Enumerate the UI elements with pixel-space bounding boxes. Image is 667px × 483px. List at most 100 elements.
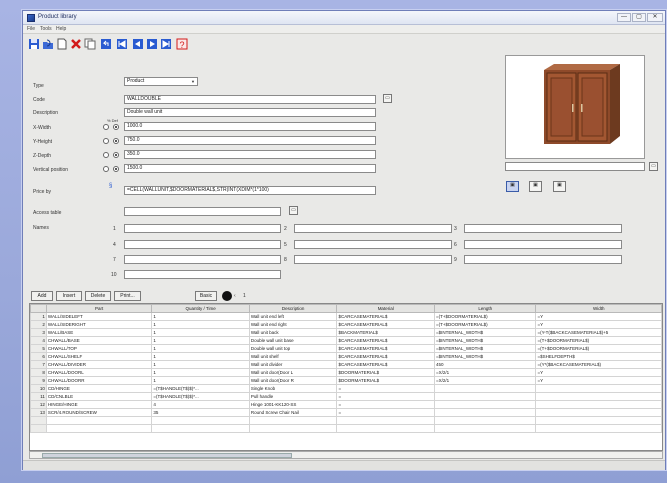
menu-help[interactable]: Help (56, 26, 66, 32)
grid-cell[interactable]: 1 (151, 336, 250, 345)
grid-cell[interactable]: =(Y-T($BACKCASEMATERIAL$)+5 (535, 328, 662, 337)
name-field-1[interactable] (124, 224, 281, 233)
table-row[interactable]: 3 WALL/BASE 1 Wall unit back $BACKMATERIAL$ =… (30, 328, 662, 337)
description-field[interactable]: Double wall unit (124, 108, 376, 117)
x-width-default-radio[interactable] (113, 124, 119, 130)
grid-cell[interactable]: 1 (151, 368, 250, 377)
table-row[interactable]: 1 WALL/SIDELEFT 1 Wall unit end left $CARCAS… (30, 312, 662, 321)
grid-cell[interactable]: 1 (151, 352, 250, 361)
view-front-icon[interactable]: ▣ (506, 181, 519, 192)
grid-cell[interactable]: =X/2/1 (433, 376, 537, 385)
access-table-lookup-icon[interactable]: ▭ (289, 206, 298, 215)
z-depth-field[interactable]: 350.0 (124, 150, 376, 159)
grid-cell[interactable] (535, 400, 662, 409)
save-icon[interactable] (27, 36, 41, 52)
table-row[interactable] (30, 424, 662, 433)
name-field-2[interactable] (294, 224, 452, 233)
next-record-icon[interactable] (145, 36, 159, 52)
name-field-3[interactable] (464, 224, 622, 233)
grid-cell[interactable] (433, 384, 537, 393)
y-height-default-radio[interactable] (113, 138, 119, 144)
grid-cell[interactable]: Wall unit back (248, 328, 338, 337)
horizontal-scrollbar[interactable] (29, 451, 663, 459)
grid-cell[interactable]: Single Knob (248, 384, 338, 393)
grid-cell[interactable] (248, 416, 338, 425)
undo-icon[interactable] (99, 36, 113, 52)
insert-button[interactable]: Insert (56, 291, 82, 301)
grid-cell[interactable]: $CARCASEMATERIAL$ (336, 320, 435, 329)
grid-cell[interactable]: = (336, 400, 435, 409)
name-field-5[interactable] (294, 240, 452, 249)
y-height-field[interactable]: 750.0 (124, 136, 376, 145)
grid-cell[interactable] (248, 424, 338, 433)
grid-cell[interactable]: 1 (151, 344, 250, 353)
grid-cell[interactable] (433, 424, 537, 433)
grid-cell[interactable]: $CARCASEMATERIAL$ (336, 352, 435, 361)
grid-cell[interactable]: 450 (433, 360, 537, 369)
table-row[interactable]: 8 CHWALL/DOORL 1 Wall unit door(Door L $DOOR… (30, 368, 662, 377)
grid-cell[interactable]: Wall unit end right (248, 320, 338, 329)
x-width-percent-radio[interactable] (103, 124, 109, 130)
open-icon[interactable] (41, 36, 55, 52)
grid-cell[interactable] (535, 416, 662, 425)
grid-cell[interactable]: CD/CNLBLE (45, 392, 153, 401)
grid-cell[interactable]: WALL/BASE (45, 328, 153, 337)
type-select[interactable]: Product ▼ (124, 77, 198, 86)
grid-cell[interactable]: 35 (151, 408, 250, 417)
grid-header[interactable]: Length (433, 304, 537, 313)
x-width-field[interactable]: 1000.0 (124, 122, 376, 131)
grid-cell[interactable]: =(T$HANDLE(T$)$)*... (151, 392, 250, 401)
grid-cell[interactable]: 1 (151, 328, 250, 337)
minimize-button[interactable]: — (617, 13, 631, 22)
last-record-icon[interactable] (159, 36, 173, 52)
name-field-8[interactable] (294, 255, 452, 264)
grid-cell[interactable]: 1 (151, 376, 250, 385)
grid-cell[interactable] (336, 416, 435, 425)
grid-header[interactable]: Quantity / Time (151, 304, 250, 313)
grid-cell[interactable]: WALL/SIDERIGHT (45, 320, 153, 329)
grid-cell[interactable] (535, 384, 662, 393)
vertical-position-default-radio[interactable] (113, 166, 119, 172)
vertical-position-field[interactable]: 1500.0 (124, 164, 376, 173)
table-row[interactable]: 9 CHWALL/DOORR 1 Wall unit door(Door R $DOOR… (30, 376, 662, 385)
grid-cell[interactable]: Double wall unit base (248, 336, 338, 345)
grid-cell[interactable]: $CARCASEMATERIAL$ (336, 312, 435, 321)
grid-header[interactable]: Description (248, 304, 338, 313)
grid-cell[interactable] (433, 392, 537, 401)
grid-cell[interactable]: HINGE/HINGE (45, 400, 153, 409)
grid-cell[interactable]: =Y (535, 376, 662, 385)
help-icon[interactable]: ? (175, 36, 189, 52)
grid-cell[interactable]: CHWALL/BASE (45, 336, 153, 345)
grid-cell[interactable] (433, 400, 537, 409)
preview-settings-icon[interactable]: ▭ (649, 162, 658, 171)
grid-cell[interactable]: =$INTERNAL_WIDTH$ (433, 328, 537, 337)
grid-cell[interactable]: CHWALL/DOORR (45, 376, 153, 385)
table-row[interactable] (30, 416, 662, 425)
grid-cell[interactable]: CHWALL/DIVIDER (45, 360, 153, 369)
name-field-9[interactable] (464, 255, 622, 264)
grid-cell[interactable]: =(T+$DOORMATERIAL$) (433, 312, 537, 321)
y-height-percent-radio[interactable] (103, 138, 109, 144)
grid-cell[interactable]: WALL/SIDELEFT (45, 312, 153, 321)
grid-cell[interactable]: =Y (535, 368, 662, 377)
grid-cell[interactable]: =(T+$DOORMATERIAL$) (535, 336, 662, 345)
table-row[interactable]: 11 CD/CNLBLE =(T$HANDLE(T$)$)*... Pull hand… (30, 392, 662, 401)
menu-tools[interactable]: Tools (40, 26, 52, 32)
grid-cell[interactable] (45, 424, 153, 433)
grid-cell[interactable]: Wall unit shelf (248, 352, 338, 361)
grid-cell[interactable]: =X/2/1 (433, 368, 537, 377)
grid-cell[interactable]: $DOORMATERIAL$ (336, 368, 435, 377)
view-side-icon[interactable]: ▣ (529, 181, 542, 192)
grid-cell[interactable]: =$SHELFDEPTH$ (535, 352, 662, 361)
grid-header[interactable]: Width (535, 304, 662, 313)
grid-header[interactable] (30, 304, 47, 313)
grid-cell[interactable]: $CARCASEMATERIAL$ (336, 336, 435, 345)
grid-cell[interactable]: $CARCASEMATERIAL$ (336, 344, 435, 353)
grid-cell[interactable]: CHWALL/SHELF (45, 352, 153, 361)
grid-cell[interactable] (151, 424, 250, 433)
grid-cell[interactable]: Wall unit divider (248, 360, 338, 369)
grid-cell[interactable]: =(T$HANDLE(T$)$)*... (151, 384, 250, 393)
grid-cell[interactable]: 4 (151, 400, 250, 409)
grid-cell[interactable]: =(Y*($BACKCASEMATERIAL$) (535, 360, 662, 369)
grid-cell[interactable]: 1 (151, 312, 250, 321)
